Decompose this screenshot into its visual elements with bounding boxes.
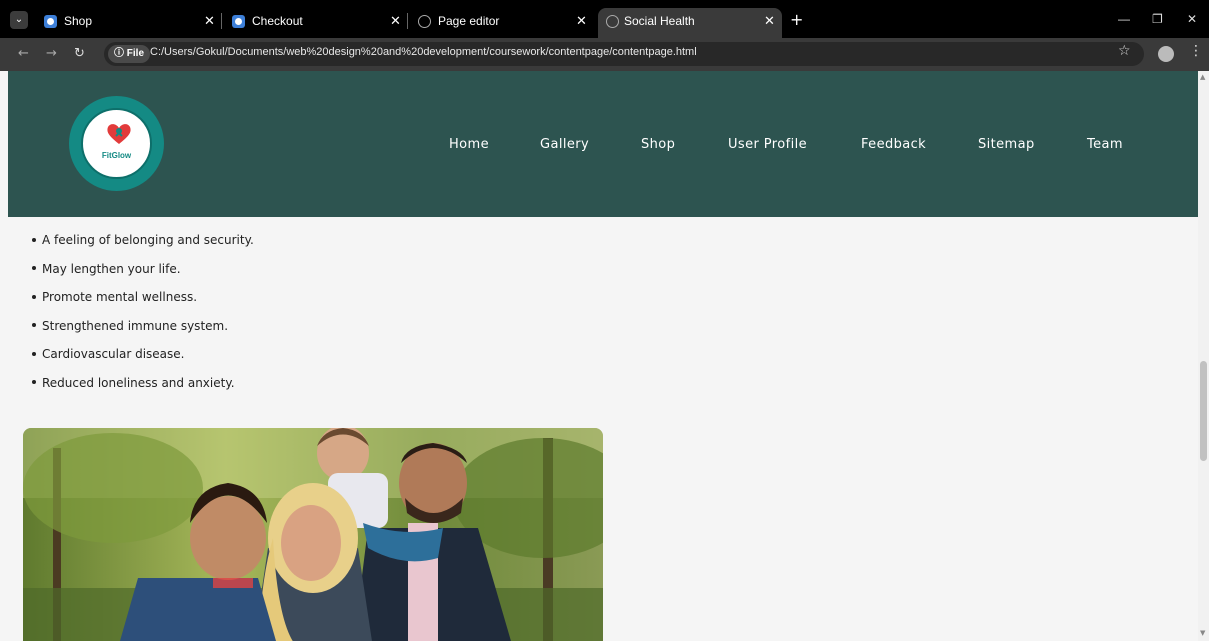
- nav-shop[interactable]: Shop: [641, 137, 675, 152]
- tab-search-button[interactable]: ⌄: [10, 11, 28, 29]
- reload-icon[interactable]: ↻: [74, 46, 85, 61]
- list-item-text: Strengthened immune system.: [42, 318, 229, 333]
- nav-sitemap[interactable]: Sitemap: [978, 137, 1035, 152]
- minimize-icon[interactable]: —: [1118, 12, 1130, 26]
- logo-badge: FitGlow: [81, 108, 152, 179]
- bullet: [32, 294, 36, 299]
- scroll-down-icon[interactable]: ▼: [1200, 629, 1205, 637]
- app-icon: [232, 15, 245, 28]
- tab-page-editor[interactable]: Page editor ✕: [418, 8, 588, 34]
- tab-title: Shop: [64, 14, 93, 28]
- bookmark-star-icon[interactable]: ☆: [1118, 43, 1131, 59]
- nav-user-profile[interactable]: User Profile: [728, 137, 807, 152]
- nav-team[interactable]: Team: [1087, 137, 1123, 152]
- list-item: Reduced loneliness and anxiety.: [30, 369, 254, 398]
- menu-kebab-icon[interactable]: ⋮: [1189, 43, 1203, 59]
- tab-separator: [221, 13, 222, 29]
- logo-wordmark: FitGlow: [101, 151, 132, 160]
- site-info-chip[interactable]: ⓘ File: [108, 45, 151, 63]
- page-viewport: FitGlow Home Gallery Shop User Profile F…: [8, 71, 1198, 641]
- site-logo[interactable]: FitGlow: [69, 96, 164, 191]
- scroll-up-icon[interactable]: ▲: [1200, 73, 1205, 81]
- family-photo-image: [23, 428, 603, 641]
- list-item-text: Cardiovascular disease.: [42, 347, 185, 361]
- heart-icon: [107, 124, 131, 144]
- browser-toolbar: ← → ↻ ⓘ File C:/Users/Gokul/Documents/we…: [0, 38, 1209, 71]
- forward-icon[interactable]: →: [46, 46, 57, 61]
- tab-title: Checkout: [252, 14, 303, 28]
- tab-checkout[interactable]: Checkout ✕: [232, 8, 410, 34]
- list-item-text: Reduced loneliness and anxiety.: [42, 375, 235, 390]
- bullet: [32, 266, 36, 270]
- close-icon[interactable]: ✕: [576, 8, 587, 34]
- app-icon: [44, 15, 57, 28]
- family-photo: [23, 428, 603, 641]
- close-icon[interactable]: ✕: [204, 8, 215, 34]
- tab-strip: ⌄ Shop ✕ Checkout ✕ Page editor ✕ Social…: [0, 0, 1209, 38]
- list-item: Cardiovascular disease.: [30, 340, 254, 369]
- file-label: File: [126, 48, 145, 59]
- restore-icon[interactable]: ❐: [1152, 12, 1163, 26]
- list-item-text: A feeling of belonging and security.: [42, 233, 254, 247]
- nav-gallery[interactable]: Gallery: [540, 137, 589, 152]
- nav-feedback[interactable]: Feedback: [861, 137, 926, 152]
- list-item-text: May lengthen your life.: [42, 261, 181, 276]
- profile-avatar[interactable]: [1158, 46, 1174, 62]
- tab-separator: [407, 13, 408, 29]
- address-bar[interactable]: ⓘ File C:/Users/Gokul/Documents/web%20de…: [104, 42, 1144, 66]
- scroll-thumb[interactable]: [1200, 361, 1207, 461]
- list-item: A feeling of belonging and security.: [30, 226, 254, 255]
- page-scrollbar[interactable]: ▲ ▼: [1198, 71, 1209, 641]
- close-icon[interactable]: ✕: [390, 8, 401, 34]
- bullet: [32, 380, 36, 384]
- bullet: [32, 237, 36, 242]
- bullet: [32, 323, 36, 327]
- tab-shop[interactable]: Shop ✕: [44, 8, 224, 34]
- back-icon[interactable]: ←: [18, 46, 29, 61]
- benefits-list: A feeling of belonging and security. May…: [30, 226, 254, 397]
- tab-social-health[interactable]: Social Health ✕: [598, 8, 782, 38]
- window-close-icon[interactable]: ✕: [1187, 12, 1197, 26]
- url-text: C:/Users/Gokul/Documents/web%20design%20…: [150, 46, 697, 58]
- tab-title: Social Health: [624, 14, 695, 28]
- list-item-text: Promote mental wellness.: [42, 290, 198, 304]
- nav-home[interactable]: Home: [449, 137, 489, 152]
- bullet: [32, 351, 36, 356]
- close-icon[interactable]: ✕: [764, 8, 775, 34]
- list-item: Strengthened immune system.: [30, 312, 254, 341]
- site-header: FitGlow Home Gallery Shop User Profile F…: [8, 71, 1198, 217]
- list-item: May lengthen your life.: [30, 255, 254, 284]
- globe-icon: [606, 15, 619, 28]
- tab-title: Page editor: [438, 14, 500, 28]
- list-item: Promote mental wellness.: [30, 283, 254, 312]
- globe-icon: [418, 15, 431, 28]
- new-tab-button[interactable]: +: [790, 10, 803, 29]
